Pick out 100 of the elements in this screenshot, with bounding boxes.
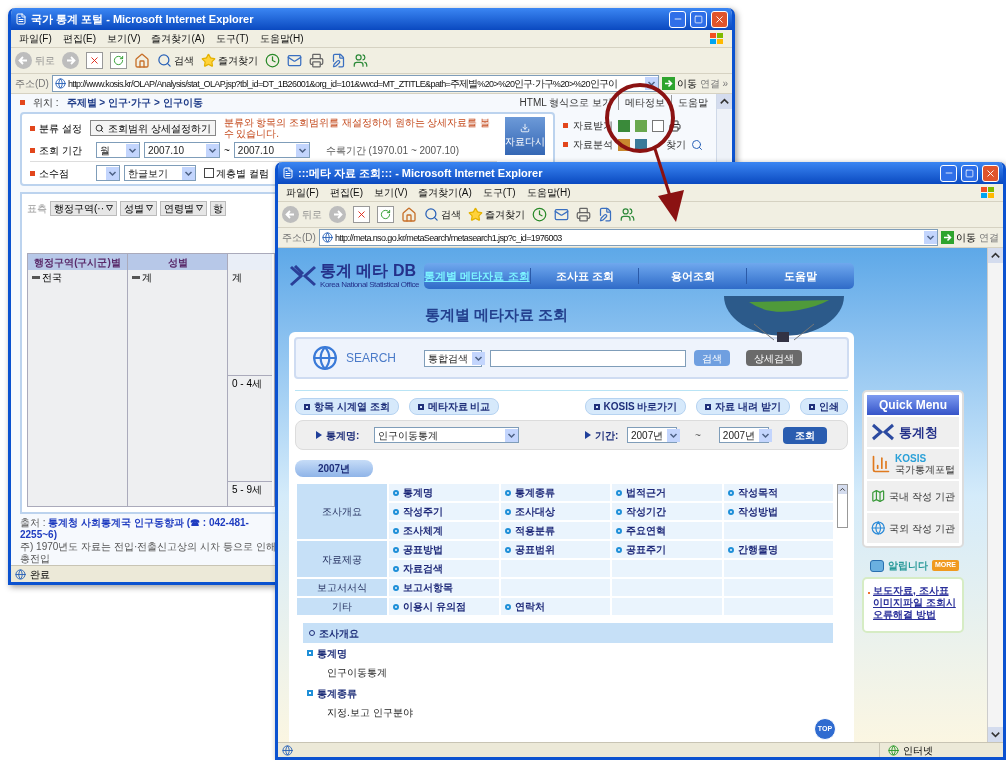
meta-link[interactable]: 법적근거 <box>612 484 722 501</box>
meta-link[interactable]: 조사체계 <box>389 522 499 539</box>
close-button[interactable] <box>711 10 728 28</box>
favorites-button[interactable]: 즐겨찾기 <box>201 53 258 68</box>
notice-link[interactable]: 보도자료, 조사표이미지파일 조회시 오류해결 방법 <box>873 585 958 631</box>
refresh-button[interactable] <box>377 206 394 223</box>
year-tab[interactable]: 2007년 <box>295 460 373 477</box>
search-field[interactable] <box>490 349 686 367</box>
checkbox-option[interactable]: 계층별 컬럼 <box>204 165 269 181</box>
menu-item[interactable]: 편집(E) <box>62 31 97 46</box>
print-icon[interactable] <box>309 53 324 68</box>
edit-icon[interactable] <box>598 207 613 222</box>
search-scope-dropdown[interactable]: 통합검색 <box>424 349 482 367</box>
scroll-up-arrow[interactable] <box>838 485 847 494</box>
quick-menu-item[interactable]: 국내 작성 기관 <box>867 481 959 511</box>
search-button[interactable]: 검색 <box>157 53 194 68</box>
mail-icon[interactable] <box>554 207 569 222</box>
meta-link[interactable]: 공표주기 <box>612 541 722 558</box>
meta-link[interactable]: 작성목적 <box>723 484 833 501</box>
home-button[interactable] <box>401 206 417 223</box>
dropdown[interactable]: 한글보기 <box>124 165 196 181</box>
find-label[interactable]: 찾기 <box>666 137 686 152</box>
meta-link[interactable]: 공표범위 <box>500 541 610 558</box>
query-button[interactable]: 조회 <box>783 426 827 444</box>
dropdown[interactable]: 월 <box>96 142 140 158</box>
advanced-search-button[interactable]: 상세검색 <box>746 350 802 366</box>
menu-item[interactable]: 보기(V) <box>374 185 408 200</box>
stop-button[interactable] <box>86 52 103 69</box>
edit-icon[interactable] <box>331 53 346 68</box>
top-link[interactable]: 메타정보 <box>618 94 665 110</box>
people-icon[interactable] <box>620 207 635 222</box>
close-button[interactable] <box>982 164 999 182</box>
maximize-button[interactable] <box>961 164 978 182</box>
meta-link[interactable]: 작성방법 <box>723 503 833 520</box>
meta-link[interactable]: 자료검색 <box>389 560 499 577</box>
minimize-button[interactable] <box>669 10 686 28</box>
reload-button[interactable]: 자료다시 <box>505 117 545 155</box>
range-setting-button[interactable]: 조회범위 상세설정하기 <box>89 120 216 136</box>
address-field[interactable]: http://meta.nso.go.kr/metaSearch/metasearch1.jsp?c_id=1976003 <box>318 229 938 246</box>
history-icon[interactable] <box>265 53 280 68</box>
pivot-field[interactable]: 성별 <box>120 200 157 216</box>
meta-link[interactable]: 주요연혁 <box>612 522 722 539</box>
action-button[interactable]: 메타자료 비교 <box>408 398 500 415</box>
maximize-button[interactable] <box>690 10 707 28</box>
meta-link[interactable]: 통계종류 <box>500 484 610 501</box>
meta-link[interactable]: 적용분류 <box>500 522 610 539</box>
meta-link[interactable]: 공표방법 <box>389 541 499 558</box>
dropdown[interactable]: 2007.10 <box>144 142 220 158</box>
go-button[interactable]: 이동 <box>661 76 697 91</box>
action-button[interactable]: KOSIS 바로가기 <box>584 398 687 415</box>
address-field[interactable]: http://www.kosis.kr/OLAP/Analysis/stat_OLAP.jsp?tbl_id=DT_1B26001&org_id=101&vwcd=MT_ZTITLE&path=주제별%20>%20인구·가구%20>%20인구이 <box>51 75 659 92</box>
refresh-button[interactable] <box>110 52 127 69</box>
menu-item[interactable]: 즐겨찾기(A) <box>418 185 472 200</box>
favorites-button[interactable]: 즐겨찾기 <box>468 207 525 222</box>
menu-item[interactable]: 도움말(H) <box>526 185 571 200</box>
meta-link[interactable]: 조사대상 <box>500 503 610 520</box>
stop-button[interactable] <box>353 206 370 223</box>
dropdown[interactable] <box>96 165 120 181</box>
links-label[interactable]: 연결 <box>979 230 999 245</box>
menu-item[interactable]: 보기(V) <box>107 31 141 46</box>
top-link[interactable]: 도움말 <box>671 94 708 110</box>
dropdown[interactable]: 2007년 <box>627 427 677 443</box>
menu-item[interactable]: 도구(T) <box>482 185 516 200</box>
nav-tab[interactable]: 조사표 조회 <box>531 267 640 285</box>
quick-menu-item[interactable]: 통계청 <box>867 417 959 447</box>
dropdown[interactable]: 2007.10 <box>233 142 310 158</box>
dropdown[interactable]: 인구이동통계 <box>374 427 519 443</box>
menu-item[interactable]: 도구(T) <box>215 31 249 46</box>
print-icon[interactable] <box>576 207 591 222</box>
people-icon[interactable] <box>353 53 368 68</box>
meta-link[interactable]: 보고서항목 <box>389 579 499 596</box>
meta-link[interactable]: 간행물명 <box>723 541 833 558</box>
action-button[interactable]: 자료 내려 받기 <box>696 398 790 415</box>
meta-link[interactable]: 연락처 <box>500 598 610 615</box>
menu-item[interactable]: 파일(F) <box>19 31 52 46</box>
meta-link[interactable]: 작성기간 <box>612 503 722 520</box>
menu-item[interactable]: 도움말(H) <box>259 31 304 46</box>
go-button[interactable]: 이동 <box>941 230 976 245</box>
meta-link[interactable]: 이용시 유의점 <box>389 598 499 615</box>
meta-link[interactable]: 통계명 <box>389 484 499 501</box>
pivot-field[interactable]: 항 <box>210 200 226 216</box>
links-label[interactable]: 연결 » <box>699 76 728 91</box>
action-button[interactable]: 인쇄 <box>800 398 848 415</box>
nav-tab[interactable]: 도움말 <box>747 267 854 285</box>
minimize-button[interactable] <box>940 164 957 182</box>
search-button[interactable]: 검색 <box>424 207 461 222</box>
menu-item[interactable]: 편집(E) <box>329 185 364 200</box>
history-icon[interactable] <box>532 207 547 222</box>
menu-item[interactable]: 즐겨찾기(A) <box>151 31 205 46</box>
mail-icon[interactable] <box>287 53 302 68</box>
quick-menu-item[interactable]: 국외 작성 기관 <box>867 513 959 543</box>
nav-tab[interactable]: 용어조회 <box>639 267 748 285</box>
pivot-field[interactable]: 행정구역(·· <box>50 200 117 216</box>
pivot-field[interactable]: 연령별 <box>160 200 207 216</box>
dropdown[interactable]: 2007년 <box>718 427 769 443</box>
meta-link[interactable]: 작성주기 <box>389 503 499 520</box>
action-button[interactable]: 항목 시계열 조회 <box>295 398 399 415</box>
home-button[interactable] <box>134 52 150 69</box>
quick-menu-item[interactable]: KOSIS 국가통계포털 <box>867 449 959 479</box>
menu-item[interactable]: 파일(F) <box>286 185 319 200</box>
